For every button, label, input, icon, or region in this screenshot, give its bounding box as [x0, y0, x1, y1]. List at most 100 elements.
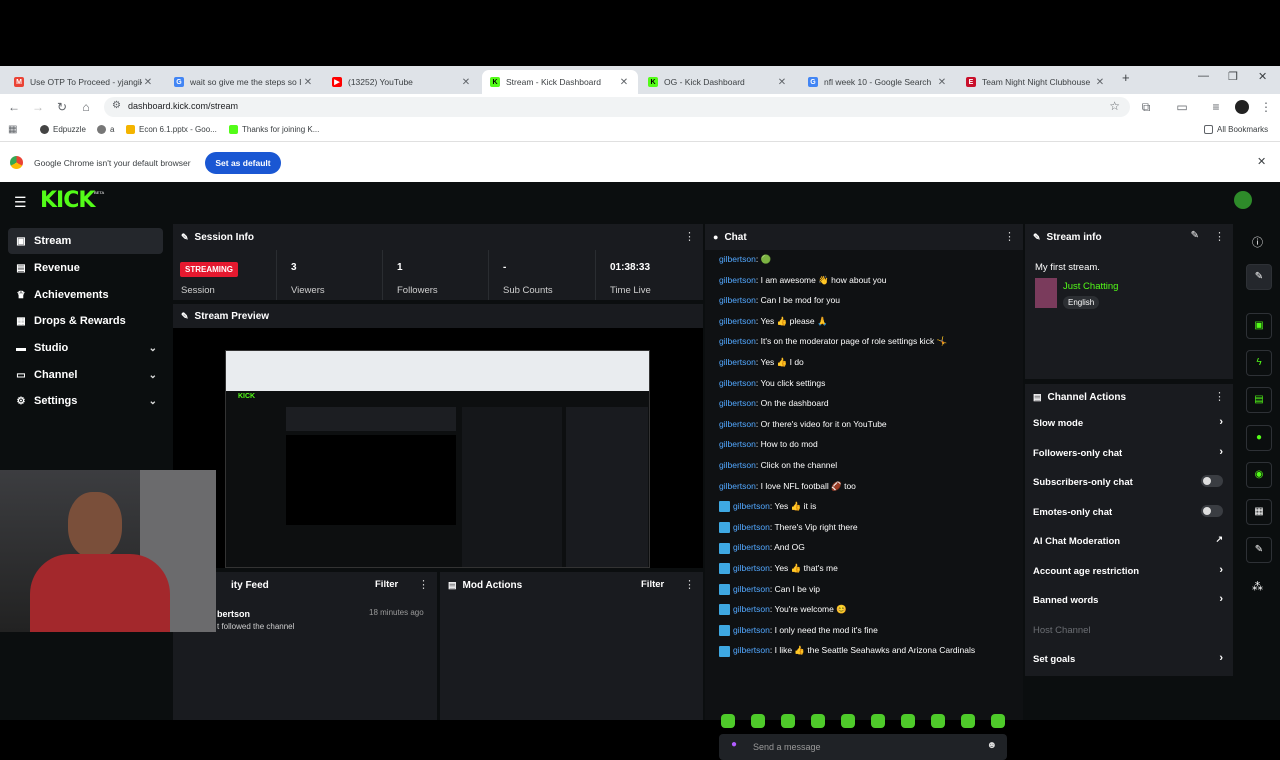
restore-icon[interactable]: ❐	[1228, 70, 1238, 83]
chat-username[interactable]: gilbertson	[719, 316, 756, 326]
site-info-icon[interactable]: ⚙	[112, 100, 121, 111]
sidebar-item-drops[interactable]: ▦ Drops & Rewards	[8, 308, 163, 334]
channel-action-item[interactable]: Slow mode ›	[1033, 416, 1223, 429]
chat-username[interactable]: gilbertson	[733, 645, 770, 655]
sidebar-item-revenue[interactable]: ▤ Revenue	[8, 255, 163, 281]
emote-icon[interactable]	[841, 714, 855, 728]
chat-username[interactable]: gilbertson	[719, 336, 756, 346]
chat-username[interactable]: gilbertson	[733, 625, 770, 635]
media-icon[interactable]: ≡	[1208, 99, 1224, 115]
edit-icon[interactable]: ✎	[1246, 264, 1272, 290]
browser-tab-active[interactable]: K Stream - Kick Dashboard ✕	[482, 70, 638, 94]
chat-input[interactable]: ● Send a message ☻	[719, 734, 1007, 760]
chat-username[interactable]: gilbertson	[719, 357, 756, 367]
chat-username[interactable]: gilbertson	[733, 501, 770, 511]
user-avatar[interactable]	[1234, 191, 1252, 209]
bookmark-star-icon[interactable]: ☆	[1109, 99, 1120, 113]
reload-icon[interactable]: ↻	[54, 99, 70, 115]
more-options-icon[interactable]: ⋮	[1004, 230, 1015, 243]
focus-icon[interactable]: ▣	[1246, 313, 1272, 339]
close-icon[interactable]: ✕	[776, 77, 788, 88]
apps-icon[interactable]: ⁂	[1252, 580, 1263, 593]
browser-tab[interactable]: G nfl week 10 - Google Search ✕	[800, 70, 956, 94]
emote-icon[interactable]	[961, 714, 975, 728]
chat-username[interactable]: gilbertson	[719, 275, 756, 285]
chat-username[interactable]: gilbertson	[719, 295, 756, 305]
browser-tab[interactable]: K OG - Kick Dashboard ✕	[640, 70, 796, 94]
back-icon[interactable]: ←	[6, 99, 22, 115]
emote-icon[interactable]	[931, 714, 945, 728]
microphone-icon[interactable]: ●	[731, 739, 737, 750]
chat-username[interactable]: gilbertson	[733, 563, 770, 573]
filter-button[interactable]: Filter	[375, 579, 398, 590]
close-icon[interactable]: ✕	[460, 77, 472, 88]
close-icon[interactable]: ✕	[1094, 77, 1106, 88]
edit-icon[interactable]: ✎	[1191, 230, 1199, 241]
new-tab-icon[interactable]: +	[1122, 70, 1130, 85]
close-window-icon[interactable]: ✕	[1258, 70, 1267, 83]
more-options-icon[interactable]: ⋮	[684, 578, 695, 591]
close-icon[interactable]: ✕	[618, 77, 630, 88]
bookmark-item[interactable]: Edpuzzle	[40, 125, 86, 134]
chat-username[interactable]: gilbertson	[719, 439, 756, 449]
stream-preview[interactable]: KICK	[173, 328, 703, 568]
chat-username[interactable]: gilbertson	[719, 254, 756, 264]
bookmark-item[interactable]: a	[97, 125, 114, 134]
emote-icon[interactable]	[721, 714, 735, 728]
wrench-icon[interactable]: ✎	[1246, 537, 1272, 563]
lightning-icon[interactable]: ϟ	[1246, 350, 1272, 376]
emote-icon[interactable]	[901, 714, 915, 728]
more-options-icon[interactable]: ⋮	[1214, 390, 1225, 403]
chat-username[interactable]: gilbertson	[733, 584, 770, 594]
menu-dots-icon[interactable]: ⋮	[1258, 99, 1274, 115]
browser-tab[interactable]: ▶ (13252) YouTube ✕	[324, 70, 480, 94]
chat-username[interactable]: gilbertson	[719, 378, 756, 388]
chat-username[interactable]: gilbertson	[733, 522, 770, 532]
channel-action-item[interactable]: AI Chat Moderation ↗	[1033, 534, 1223, 547]
home-icon[interactable]: ⌂	[78, 99, 94, 115]
more-options-icon[interactable]: ⋮	[418, 578, 429, 591]
browser-tab[interactable]: G wait so give me the steps so I c ✕	[166, 70, 322, 94]
emote-icon[interactable]	[991, 714, 1005, 728]
broadcast-icon[interactable]: ◉	[1246, 462, 1272, 488]
close-icon[interactable]: ✕	[142, 77, 154, 88]
emote-icon[interactable]	[871, 714, 885, 728]
extensions-icon[interactable]: ⧉	[1138, 99, 1154, 115]
address-bar[interactable]: ⚙ dashboard.kick.com/stream ☆	[104, 97, 1130, 117]
apps-grid-icon[interactable]: ▦	[8, 124, 17, 135]
sidebar-item-stream[interactable]: ▣ Stream	[8, 228, 163, 254]
set-default-button[interactable]: Set as default	[205, 152, 281, 174]
close-icon[interactable]: ✕	[936, 77, 948, 88]
chat-username[interactable]: gilbertson	[719, 481, 756, 491]
channel-action-item[interactable]: Subscribers-only chat	[1033, 475, 1223, 488]
browser-tab[interactable]: E Team Night Night Clubhouse ✕	[958, 70, 1114, 94]
document-icon[interactable]: ▤	[1246, 387, 1272, 413]
emoji-icon[interactable]: ☻	[986, 740, 997, 751]
bookmark-item[interactable]: Thanks for joining K...	[229, 125, 319, 134]
minimize-icon[interactable]: —	[1198, 70, 1209, 82]
browser-tab[interactable]: M Use OTP To Proceed - yjangikh ✕	[6, 70, 162, 94]
cast-icon[interactable]: ▭	[1174, 99, 1190, 115]
more-options-icon[interactable]: ⋮	[1214, 230, 1225, 243]
sidebar-item-settings[interactable]: ⚙ Settings ⌄	[8, 388, 163, 414]
channel-action-item[interactable]: Followers-only chat ›	[1033, 446, 1223, 459]
info-icon[interactable]: ⓘ	[1252, 234, 1263, 250]
emote-icon[interactable]	[751, 714, 765, 728]
sidebar-item-achievements[interactable]: ♛ Achievements	[8, 282, 163, 308]
forward-icon[interactable]: →	[30, 99, 46, 115]
chat-username[interactable]: gilbertson	[719, 419, 756, 429]
chat-username[interactable]: gilbertson	[733, 542, 770, 552]
layout-icon[interactable]: ▦	[1246, 499, 1272, 525]
category-link[interactable]: Just Chatting	[1063, 281, 1118, 292]
emote-icon[interactable]	[811, 714, 825, 728]
chat-bubble-icon[interactable]: ●	[1246, 425, 1272, 451]
close-icon[interactable]: ✕	[1257, 155, 1266, 168]
toggle-switch[interactable]	[1201, 475, 1223, 487]
kick-logo[interactable]: KICK	[40, 188, 95, 213]
toggle-switch[interactable]	[1201, 504, 1223, 517]
channel-action-item[interactable]: Set goals ›	[1033, 652, 1223, 665]
bookmark-item[interactable]: Econ 6.1.pptx - Goo...	[126, 125, 217, 134]
close-icon[interactable]: ✕	[302, 77, 314, 88]
more-options-icon[interactable]: ⋮	[684, 230, 695, 243]
sidebar-item-studio[interactable]: ▬ Studio ⌄	[8, 335, 163, 361]
